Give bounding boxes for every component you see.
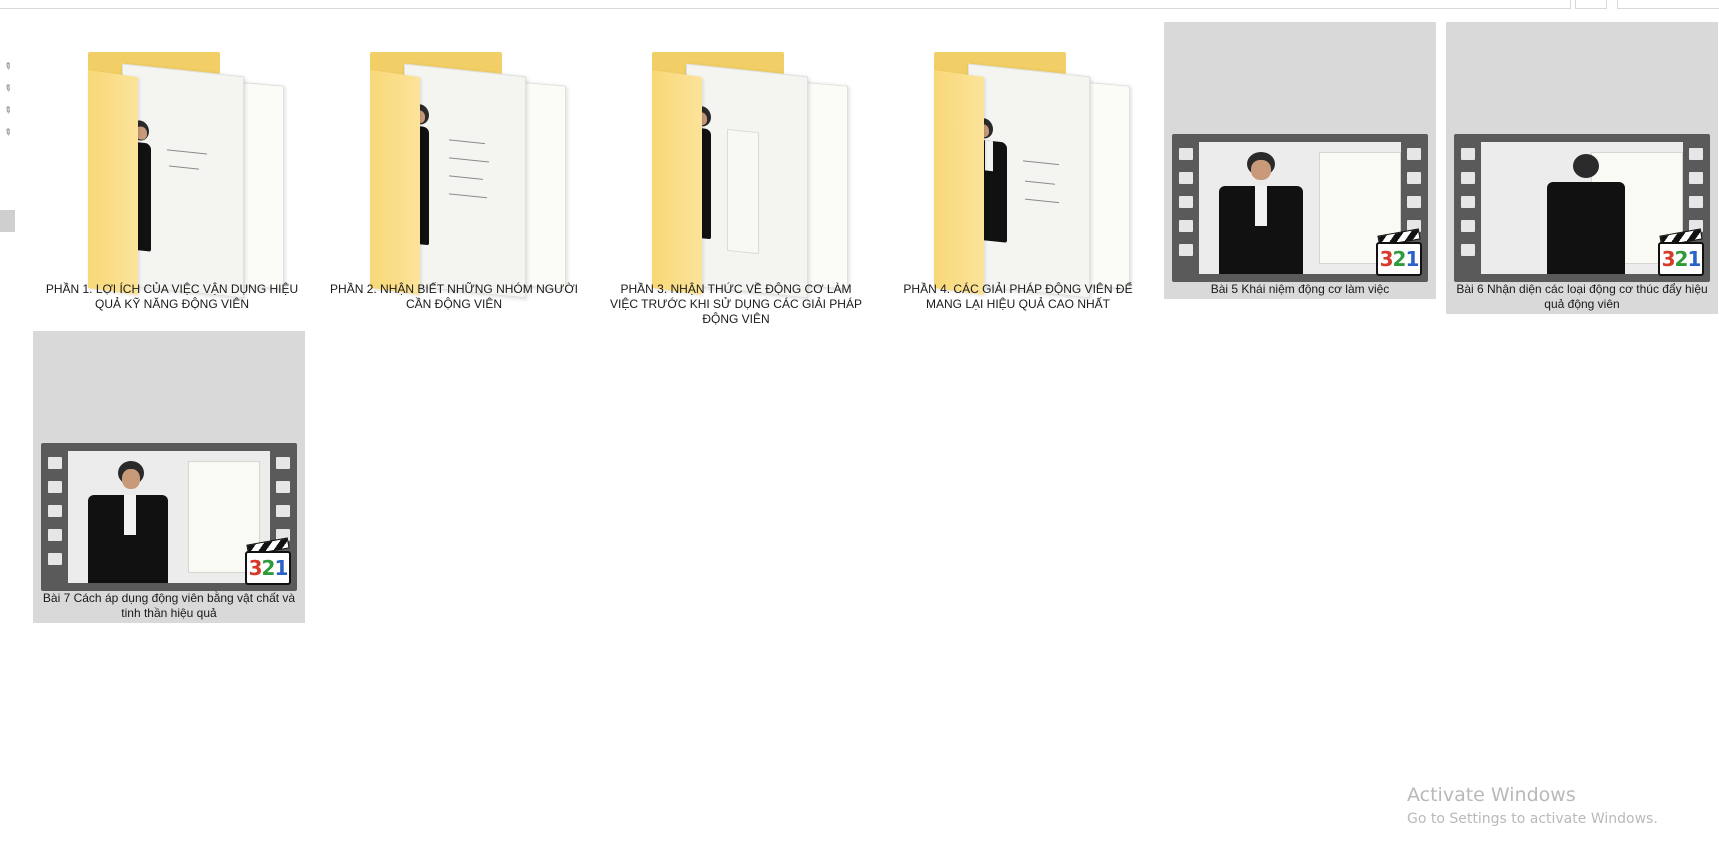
- video-thumbnail: 321: [1164, 22, 1436, 282]
- folder-icon: [318, 22, 590, 299]
- item-label: PHẦN 1. LỢI ÍCH CỦA VIỆC VẬN DỤNG HIỆU Q…: [45, 282, 299, 311]
- item-label: Bài 6 Nhận diện các loại động cơ thúc đẩ…: [1456, 282, 1708, 311]
- activate-windows-subtitle: Go to Settings to activate Windows.: [1407, 811, 1658, 827]
- address-bar[interactable]: [0, 0, 1571, 9]
- folder-item[interactable]: PHẦN 2. NHẬN BIẾT NHỮNG NHÓM NGƯỜI CẦN Đ…: [318, 22, 590, 322]
- item-label: PHẦN 2. NHẬN BIẾT NHỮNG NHÓM NGƯỜI CẦN Đ…: [330, 282, 578, 311]
- activate-windows-title: Activate Windows: [1407, 784, 1576, 806]
- media-player-classic-icon: 321: [1376, 228, 1422, 276]
- folder-item[interactable]: PHẦN 4. CÁC GIẢI PHÁP ĐỘNG VIÊN ĐỂ MANG …: [882, 22, 1154, 322]
- item-label: Bài 7 Cách áp dụng động viên bằng vật ch…: [42, 591, 296, 620]
- pin-icon[interactable]: ✎: [2, 60, 16, 74]
- folder-icon: [882, 22, 1154, 299]
- video-file-item[interactable]: 321 Bài 7 Cách áp dụng động viên bằng vậ…: [33, 331, 305, 623]
- video-file-item[interactable]: 321 Bài 6 Nhận diện các loại động cơ thú…: [1446, 22, 1718, 314]
- search-input[interactable]: [1617, 0, 1719, 9]
- pin-icon[interactable]: ✎: [2, 104, 16, 118]
- item-label: PHẦN 3. NHẬN THỨC VỀ ĐỘNG CƠ LÀM VIỆC TR…: [610, 282, 862, 326]
- navigation-scrollbar[interactable]: [0, 210, 15, 232]
- video-thumbnail: 321: [1446, 22, 1718, 282]
- folder-icon: [600, 22, 872, 299]
- folder-item[interactable]: PHẦN 3. NHẬN THỨC VỀ ĐỘNG CƠ LÀM VIỆC TR…: [600, 22, 872, 326]
- folder-icon: [36, 22, 308, 299]
- item-label: Bài 5 Khái niệm động cơ làm việc: [1210, 282, 1390, 296]
- media-player-classic-icon: 321: [245, 537, 291, 585]
- pin-icon[interactable]: ✎: [2, 126, 16, 140]
- video-file-item[interactable]: 321 Bài 5 Khái niệm động cơ làm việc: [1164, 22, 1436, 299]
- folder-item[interactable]: PHẦN 1. LỢI ÍCH CỦA VIỆC VẬN DỤNG HIỆU Q…: [36, 22, 308, 322]
- refresh-button[interactable]: [1575, 0, 1607, 9]
- item-label: PHẦN 4. CÁC GIẢI PHÁP ĐỘNG VIÊN ĐỂ MANG …: [903, 282, 1133, 311]
- media-player-classic-icon: 321: [1658, 228, 1704, 276]
- video-thumbnail: 321: [33, 331, 305, 591]
- pin-icon[interactable]: ✎: [2, 82, 16, 96]
- toolbar-strip: [0, 0, 1719, 9]
